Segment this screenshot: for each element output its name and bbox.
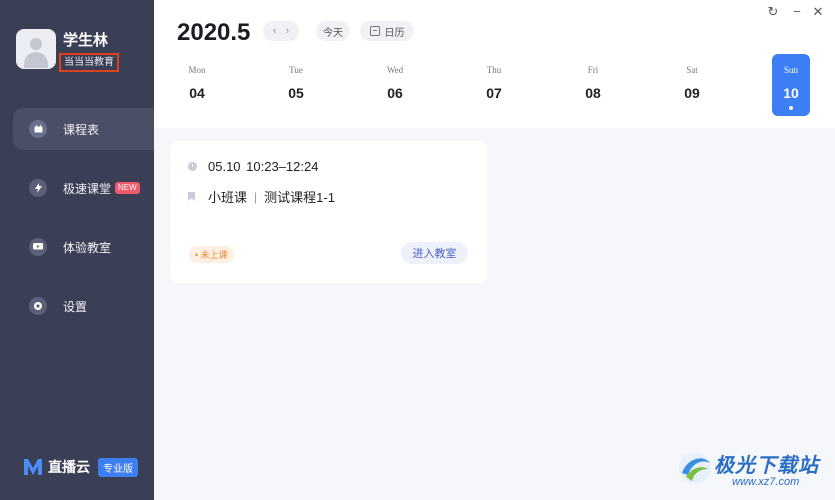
day-name: Tue [289,65,303,75]
close-button[interactable]: ✕ [811,4,825,20]
sidebar-item-trial-classroom[interactable]: 体验教室 [13,226,154,268]
separator: | [254,189,258,204]
avatar-head-shape [30,38,42,50]
day-name: Mon [188,65,206,75]
sidebar-item-label: 课程表 [63,122,100,137]
calendar-icon [29,120,47,138]
calendar-icon [369,26,380,36]
course-info-row: 小班课 | 测试课程1-1 [188,187,335,206]
day-number: 05 [288,85,304,101]
course-time: 05.10 10:23–12:24 [208,159,319,174]
has-class-dot [789,106,793,110]
day-wed[interactable]: Wed 06 [376,54,414,116]
calendar-button[interactable]: 日历 [360,21,414,41]
today-button[interactable]: 今天 [316,21,350,41]
enter-classroom-button[interactable]: 进入教室 [401,242,468,264]
sidebar-item-fast-class[interactable]: 极速课堂 NEW [13,167,154,209]
day-thu[interactable]: Thu 07 [475,54,513,116]
avatar-body-shape [24,52,48,68]
avatar[interactable] [16,29,56,69]
day-name: Sat [686,65,698,75]
day-number: 07 [486,85,502,101]
refresh-icon[interactable]: ↻ [766,4,780,20]
sidebar-item-label: 极速课堂 [63,181,112,196]
day-number: 09 [684,85,700,101]
day-mon[interactable]: Mon 04 [178,54,216,116]
watermark-logo-icon [679,452,711,484]
lightning-icon [29,179,47,197]
gear-icon [29,297,47,315]
month-title: 2020.5 [177,19,251,46]
sidebar-item-schedule[interactable]: 课程表 [13,108,154,150]
sidebar-item-settings[interactable]: 设置 [13,285,154,327]
minimize-button[interactable]: − [790,4,804,19]
day-number: 10 [783,85,799,101]
day-sat[interactable]: Sat 09 [673,54,711,116]
course-card: 05.10 10:23–12:24 小班课 | 测试课程1-1 • 未上课 进入… [170,141,487,283]
day-name: Fri [587,65,599,75]
course-name: 测试课程1-1 [264,190,335,205]
day-tue[interactable]: Tue 05 [277,54,315,116]
new-badge: NEW [115,182,140,194]
course-status-badge: • 未上课 [189,246,234,263]
sidebar-item-label: 体验教室 [63,240,112,255]
brand-logo-icon [24,459,42,475]
watermark-url: www.xz7.com [732,476,800,488]
watermark: 极光下载站 www.xz7.com [676,447,831,497]
calendar-button-label: 日历 [384,27,405,39]
day-name: Thu [486,65,502,75]
course-type: 小班课 [208,190,248,205]
organization-name: 当当当教育 [59,53,119,72]
bookmark-icon [188,192,195,201]
brand: 直播云 专业版 [24,457,138,477]
day-sun-selected[interactable]: Sun 10 [772,54,810,116]
user-name: 学生林 [63,32,109,49]
day-number: 04 [189,85,205,101]
brand-name: 直播云 [48,459,90,475]
course-time-row: 05.10 10:23–12:24 [188,159,318,174]
day-number: 06 [387,85,403,101]
day-number: 08 [585,85,601,101]
tv-icon [29,238,47,256]
sidebar-item-label: 设置 [63,299,88,314]
watermark-text: 极光下载站 [714,455,819,477]
sidebar: 学生林 当当当教育 课程表 极速课堂 NEW 体验教室 设置 直播云 专业版 [0,0,154,500]
week-nav: ‹ › [263,21,299,41]
day-fri[interactable]: Fri 08 [574,54,612,116]
day-name: Sun [783,65,798,75]
schedule-header: 2020.5 ‹ › 今天 日历 ↻ − ✕ Mon 04 Tue 05 Wed… [154,0,835,128]
prev-week-button[interactable]: ‹ [273,25,277,37]
clock-icon [188,162,197,171]
edition-badge: 专业版 [98,457,138,477]
day-name: Wed [386,65,404,75]
next-week-button[interactable]: › [286,25,290,37]
